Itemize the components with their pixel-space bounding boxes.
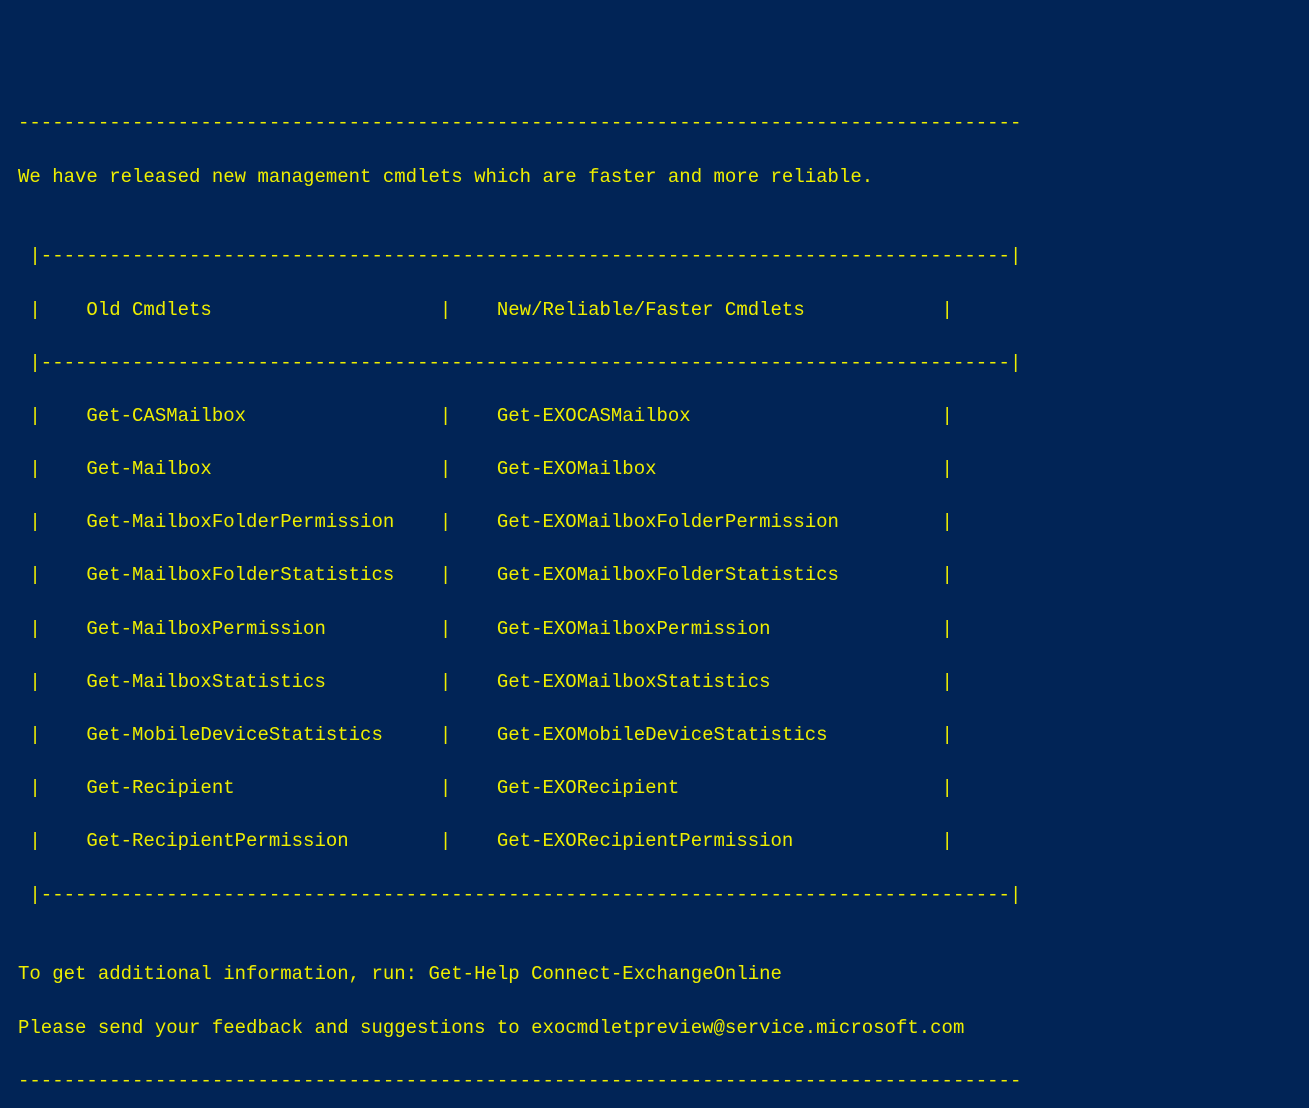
feedback-text: Please send your feedback and suggestion… (18, 1015, 1291, 1042)
help-text: To get additional information, run: Get-… (18, 961, 1291, 988)
table-row: | Get-MailboxPermission | Get-EXOMailbox… (18, 616, 1291, 643)
table-row: | Get-MailboxStatistics | Get-EXOMailbox… (18, 669, 1291, 696)
table-header: | Old Cmdlets | New/Reliable/Faster Cmdl… (18, 297, 1291, 324)
separator-bottom: ----------------------------------------… (18, 1068, 1291, 1095)
table-row: | Get-MailboxFolderPermission | Get-EXOM… (18, 509, 1291, 536)
table-border-bottom: |---------------------------------------… (18, 882, 1291, 909)
table-border-mid: |---------------------------------------… (18, 350, 1291, 377)
table-row: | Get-MailboxFolderStatistics | Get-EXOM… (18, 562, 1291, 589)
table-row: | Get-RecipientPermission | Get-EXORecip… (18, 828, 1291, 855)
table-row: | Get-Mailbox | Get-EXOMailbox | (18, 456, 1291, 483)
table-row: | Get-Recipient | Get-EXORecipient | (18, 775, 1291, 802)
separator-top: ----------------------------------------… (18, 110, 1291, 137)
table-row: | Get-MobileDeviceStatistics | Get-EXOMo… (18, 722, 1291, 749)
intro-text: We have released new management cmdlets … (18, 164, 1291, 191)
table-border-top: |---------------------------------------… (18, 243, 1291, 270)
table-row: | Get-CASMailbox | Get-EXOCASMailbox | (18, 403, 1291, 430)
